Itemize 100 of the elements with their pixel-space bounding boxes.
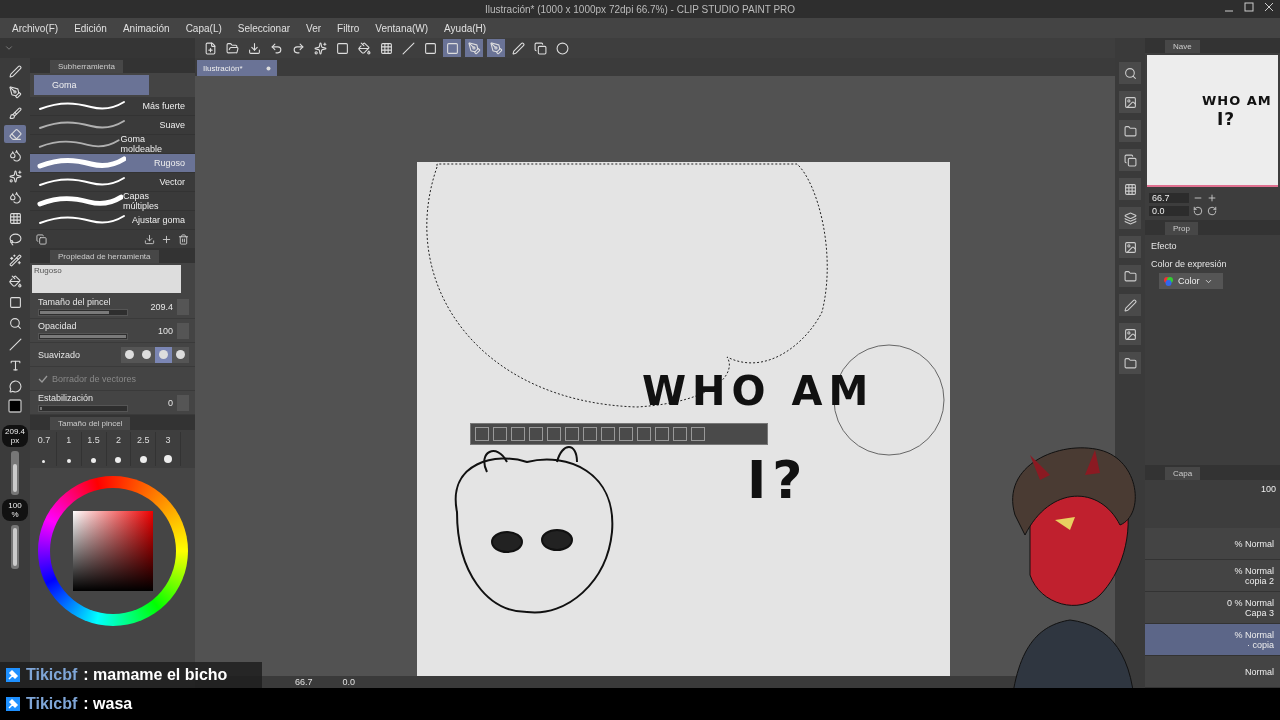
opacity-slider[interactable] bbox=[11, 525, 19, 569]
folder-icon bbox=[225, 41, 239, 55]
copy-icon bbox=[1123, 153, 1137, 167]
panel-tab[interactable]: Nave bbox=[1165, 40, 1200, 53]
panel-tab[interactable]: Tamaño del pincel bbox=[50, 417, 131, 430]
property-slider[interactable] bbox=[38, 309, 128, 316]
property-value[interactable]: 100 bbox=[157, 325, 173, 336]
image-icon bbox=[1123, 95, 1137, 109]
panel-toggle-button[interactable] bbox=[1119, 352, 1141, 374]
brush-stroke-icon bbox=[36, 194, 124, 208]
size-slider[interactable] bbox=[11, 451, 19, 495]
menu-item[interactable]: Animación bbox=[114, 22, 178, 34]
checkbox[interactable] bbox=[38, 373, 48, 384]
brush-stroke-icon bbox=[36, 118, 126, 132]
launcher-button[interactable] bbox=[493, 427, 507, 441]
panel-toggle-button[interactable] bbox=[1119, 120, 1141, 142]
property-label: Opacidad bbox=[38, 321, 78, 331]
launcher-button[interactable] bbox=[583, 427, 597, 441]
hammer-badge-icon bbox=[6, 668, 20, 682]
launcher-button[interactable] bbox=[511, 427, 525, 441]
menu-item[interactable]: Filtro bbox=[329, 22, 368, 34]
launcher-button[interactable] bbox=[691, 427, 705, 441]
menu-item[interactable]: Capa(L) bbox=[177, 22, 230, 34]
layer-opacity-value[interactable]: 100 bbox=[1260, 484, 1276, 494]
zoom-value[interactable]: 66.7 bbox=[295, 677, 313, 687]
toolbar-button[interactable] bbox=[509, 39, 527, 57]
toolbar-button[interactable] bbox=[443, 39, 461, 57]
layer-row[interactable]: Normal bbox=[1145, 656, 1280, 688]
launcher-button[interactable] bbox=[637, 427, 651, 441]
angle-value[interactable]: 0.0 bbox=[342, 677, 356, 687]
launcher-button[interactable] bbox=[529, 427, 543, 441]
property-value[interactable]: 209.4 bbox=[150, 301, 173, 312]
property-label: Suavizado bbox=[38, 349, 82, 360]
toolbar-button[interactable] bbox=[465, 39, 483, 57]
size-slider-fill[interactable] bbox=[13, 463, 17, 492]
layer-row[interactable]: % Normal bbox=[1145, 528, 1280, 560]
menu-item[interactable]: Ayuda(H) bbox=[436, 22, 495, 34]
document-tab[interactable]: Ilustración* bbox=[197, 60, 277, 76]
navigator-zoom-field[interactable]: 66.7 bbox=[1149, 193, 1189, 203]
layer-row[interactable]: 0 % Normal Capa 3 bbox=[1145, 592, 1280, 624]
panel-toggle-button[interactable] bbox=[1119, 91, 1141, 113]
toolbar-button[interactable] bbox=[311, 39, 329, 57]
launcher-button[interactable] bbox=[547, 427, 561, 441]
launcher-button[interactable] bbox=[601, 427, 615, 441]
maximize-icon[interactable] bbox=[1244, 2, 1254, 12]
panel-toggle-button[interactable] bbox=[1119, 294, 1141, 316]
undo-icon bbox=[269, 41, 283, 55]
panel-toggle-button[interactable] bbox=[1119, 323, 1141, 345]
square-icon bbox=[445, 41, 459, 55]
subtool-group[interactable]: Goma bbox=[34, 75, 149, 95]
panel-toggle-button[interactable] bbox=[1119, 207, 1141, 229]
property-value[interactable]: 0 bbox=[168, 397, 173, 408]
panel-toggle-button[interactable] bbox=[1119, 265, 1141, 287]
layer-row[interactable]: % Normal · copia bbox=[1145, 624, 1280, 656]
pen-icon bbox=[511, 41, 525, 55]
menu-item[interactable]: Archivo(F) bbox=[4, 22, 67, 34]
subtool-item[interactable]: Goma moldeable bbox=[30, 135, 195, 154]
dot-icon bbox=[266, 65, 271, 71]
toolbar-button[interactable] bbox=[531, 39, 549, 57]
rotate-left-icon bbox=[1193, 206, 1203, 216]
chat-username: Tikicbf bbox=[26, 695, 78, 713]
panel-toggle-button[interactable] bbox=[1119, 62, 1141, 84]
menu-item[interactable]: Edición bbox=[66, 22, 115, 34]
toolbar-button[interactable] bbox=[487, 39, 505, 57]
launcher-button[interactable] bbox=[655, 427, 669, 441]
opacity-slider-fill[interactable] bbox=[13, 528, 17, 566]
panel-toggle-button[interactable] bbox=[1119, 236, 1141, 258]
slider-fill[interactable] bbox=[40, 311, 109, 314]
close-icon[interactable] bbox=[1264, 2, 1274, 12]
hammer-badge-icon bbox=[6, 697, 20, 711]
property-label: Borrador de vectores bbox=[52, 373, 138, 384]
drawing-canvas[interactable]: WHO AM I? bbox=[417, 162, 950, 676]
menu-item[interactable]: Ventana(W) bbox=[367, 22, 437, 34]
toolbar-button[interactable] bbox=[355, 39, 373, 57]
smoothing-option[interactable] bbox=[155, 346, 172, 363]
property-slider[interactable] bbox=[38, 405, 128, 412]
subtool-item[interactable]: Rugoso bbox=[30, 154, 195, 173]
toolbar-button[interactable] bbox=[553, 39, 571, 57]
launcher-button[interactable] bbox=[673, 427, 687, 441]
menu-item[interactable]: Ver bbox=[298, 22, 330, 34]
layer-row[interactable]: % Normal copia 2 bbox=[1145, 560, 1280, 592]
lasso-icon bbox=[8, 232, 22, 246]
pen-nib-icon bbox=[489, 41, 503, 55]
panel-tab[interactable]: Capa bbox=[1165, 467, 1201, 480]
expression-color-dropdown[interactable]: Color bbox=[1159, 273, 1223, 289]
panel-tab[interactable]: Propiedad de herramienta bbox=[50, 250, 159, 263]
subtool-item[interactable]: Capas múltiples bbox=[30, 192, 195, 211]
panel-toggle-button[interactable] bbox=[1119, 149, 1141, 171]
color-square[interactable] bbox=[72, 511, 153, 591]
tool-button[interactable] bbox=[4, 125, 26, 143]
launcher-button[interactable] bbox=[619, 427, 633, 441]
sparkle-icon bbox=[8, 169, 22, 183]
panel-toggle-button[interactable] bbox=[1119, 178, 1141, 200]
navigator-angle-field[interactable]: 0.0 bbox=[1149, 206, 1189, 216]
panel-tab[interactable]: Prop bbox=[1165, 222, 1198, 235]
launcher-button[interactable] bbox=[475, 427, 489, 441]
menu-item[interactable]: Seleccionar bbox=[229, 22, 299, 34]
launcher-button[interactable] bbox=[565, 427, 579, 441]
panel-tab[interactable]: Subherramienta bbox=[50, 60, 123, 73]
brush-stroke-icon bbox=[36, 175, 126, 189]
